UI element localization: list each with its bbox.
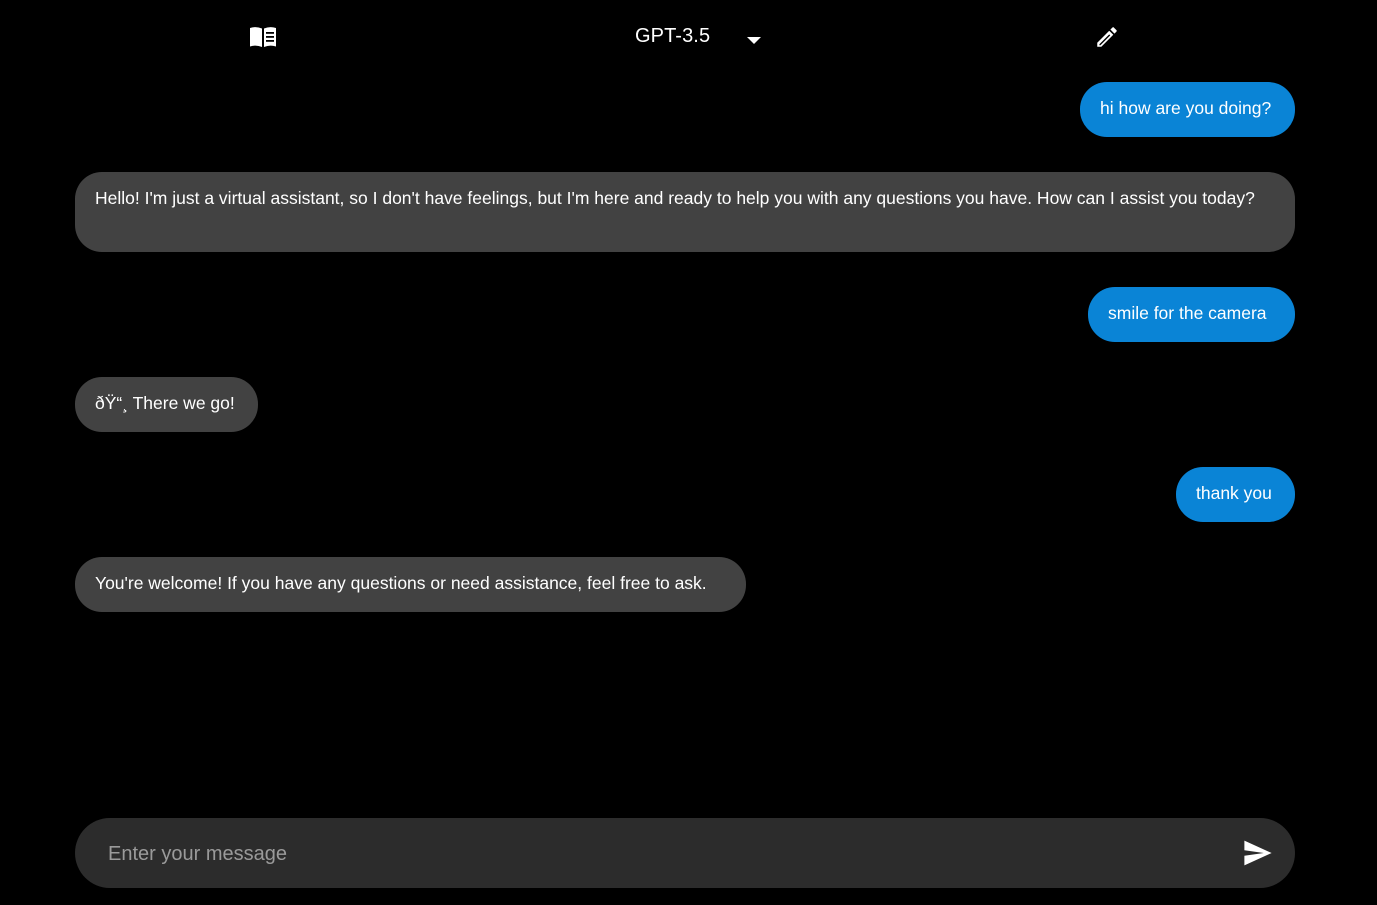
message-composer: [75, 818, 1295, 888]
user-message: thank you: [1176, 467, 1295, 522]
caret-down-icon: [747, 32, 761, 50]
book-icon[interactable]: [244, 20, 282, 54]
pencil-icon[interactable]: [1088, 18, 1126, 56]
user-message: hi how are you doing?: [1080, 82, 1295, 137]
model-selected-label: GPT-3.5: [635, 25, 711, 47]
message-input[interactable]: [106, 834, 1220, 874]
assistant-message: Hello! I'm just a virtual assistant, so …: [75, 172, 1295, 252]
user-message: smile for the camera: [1088, 287, 1295, 342]
chat-app: GPT-3.5 hi how are you doing? Hello! I'm…: [0, 0, 1377, 905]
send-icon[interactable]: [1241, 838, 1275, 868]
assistant-message: You're welcome! If you have any question…: [75, 557, 746, 612]
model-select[interactable]: GPT-3.5: [618, 16, 778, 56]
top-bar: GPT-3.5: [0, 0, 1377, 72]
assistant-message: ðŸ“¸ There we go!: [75, 377, 258, 432]
